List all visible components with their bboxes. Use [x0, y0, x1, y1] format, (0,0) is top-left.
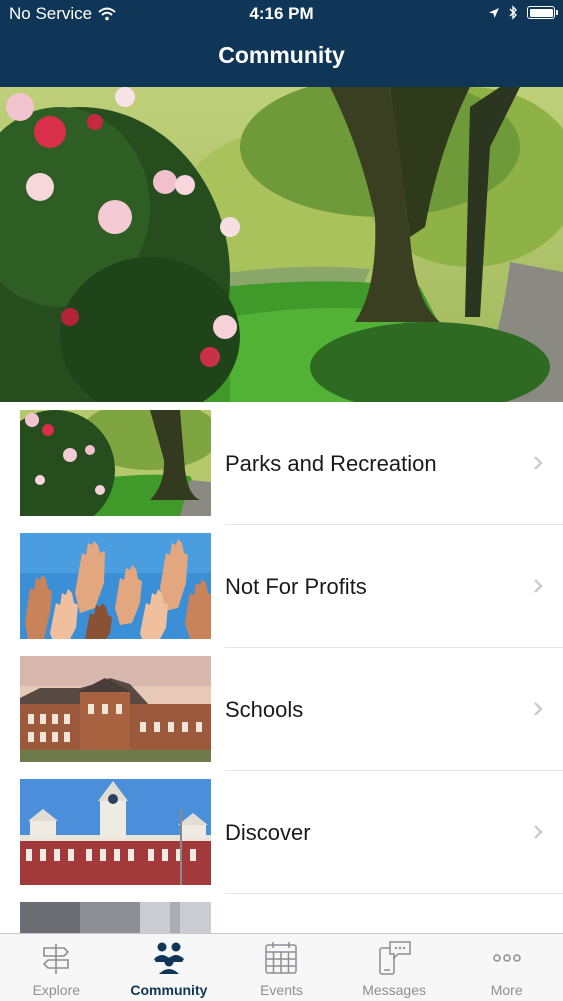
calendar-icon [265, 942, 298, 974]
signpost-icon [43, 944, 70, 974]
list-item-label: Not For Profits [225, 574, 367, 599]
location-arrow-icon [489, 7, 499, 18]
more-dots-icon [492, 954, 521, 962]
park-thumbnail [20, 410, 211, 516]
top-bar: No Service 4:16 PM Community [0, 0, 563, 87]
hero-park-image [0, 87, 563, 402]
list-item-not-for-profits[interactable]: Not For Profits [0, 525, 563, 648]
chevron-right-icon [534, 456, 543, 470]
tab-label: More [490, 982, 523, 998]
phone-message-icon [379, 941, 411, 975]
courthouse-thumbnail [20, 779, 211, 885]
chevron-right-icon [534, 825, 543, 839]
tab-label: Explore [32, 982, 81, 998]
tab-label: Messages [362, 982, 426, 998]
tab-label: Community [130, 982, 208, 998]
list-item-partial[interactable] [0, 894, 563, 933]
tab-messages[interactable]: Messages [338, 934, 451, 1001]
tab-events[interactable]: Events [225, 934, 338, 1001]
list-item-label: Discover [225, 820, 311, 845]
list-item-label: Parks and Recreation [225, 451, 437, 476]
bluetooth-icon [509, 5, 517, 20]
tab-bar: Explore Community Events Messages More [0, 933, 563, 1001]
community-list: Parks and Recreation Not For Profits Sch… [0, 402, 563, 933]
people-icon [153, 942, 184, 974]
page-title: Community [218, 42, 345, 68]
tab-label: Events [260, 982, 303, 998]
list-item-schools[interactable]: Schools [0, 648, 563, 771]
tab-more[interactable]: More [450, 934, 563, 1001]
list-item-parks[interactable]: Parks and Recreation [0, 402, 563, 525]
battery-icon [527, 6, 558, 19]
school-thumbnail [20, 656, 211, 762]
list-item-label: Schools [225, 697, 304, 722]
tab-explore[interactable]: Explore [0, 934, 113, 1001]
chevron-right-icon [534, 702, 543, 716]
raised-hands-thumbnail [20, 533, 211, 639]
status-bar: No Service 4:16 PM [0, 0, 563, 28]
partial-thumbnail [20, 902, 211, 933]
tab-community[interactable]: Community [113, 934, 226, 1001]
clock: 4:16 PM [249, 4, 314, 23]
list-item-discover[interactable]: Discover [0, 771, 563, 894]
chevron-right-icon [534, 579, 543, 593]
